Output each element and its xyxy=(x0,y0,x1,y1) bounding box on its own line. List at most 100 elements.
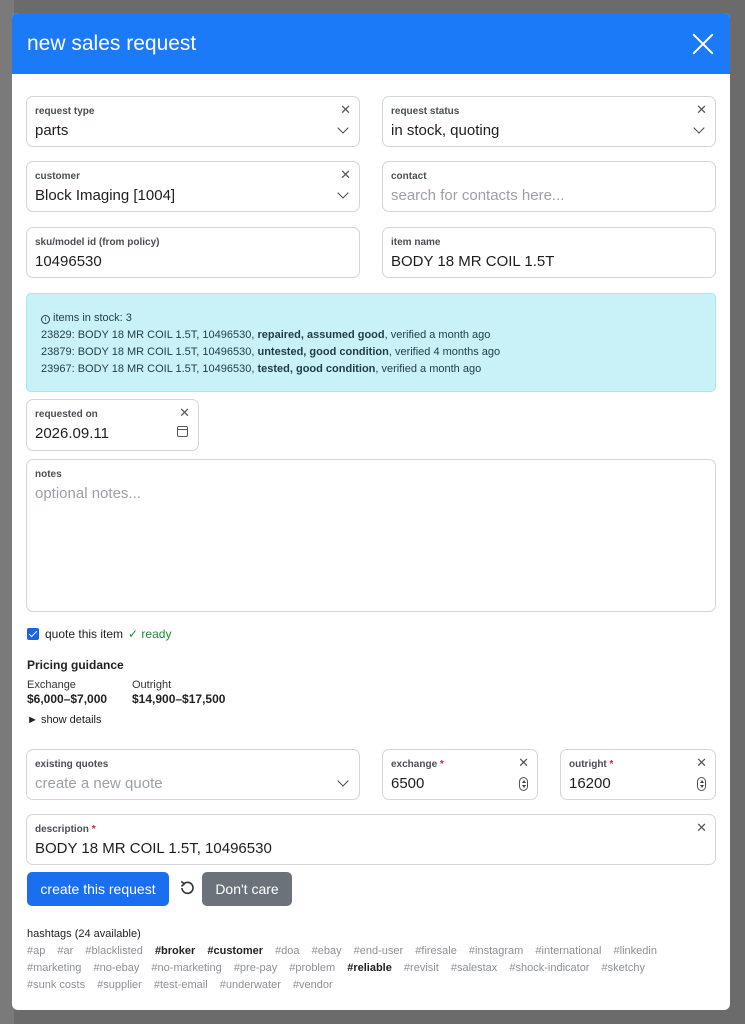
hashtag[interactable]: #ap xyxy=(27,945,45,957)
existing-quotes-placeholder: create a new quote xyxy=(35,775,163,792)
clear-icon[interactable]: ✕ xyxy=(518,756,529,769)
customer-value: Block Imaging [1004] xyxy=(35,187,176,204)
requested-on-value: 2026.09.11 xyxy=(35,425,109,442)
hashtag[interactable]: #no-ebay xyxy=(93,962,139,974)
description-value: BODY 18 MR COIL 1.5T, 10496530 xyxy=(35,840,272,857)
hashtag[interactable]: #shock-indicator xyxy=(509,962,589,974)
stock-info-alert: i items in stock: 3 23829: BODY 18 MR COI… xyxy=(26,293,716,392)
exchange-price-guidance: Exchange $6,000–$7,000 xyxy=(27,679,108,706)
clear-icon[interactable]: ✕ xyxy=(340,168,351,181)
hashtag[interactable]: #international xyxy=(535,945,601,957)
hashtag[interactable]: #linkedin xyxy=(614,945,657,957)
outright-value: 16200 xyxy=(569,775,611,792)
clear-icon[interactable]: ✕ xyxy=(696,756,707,769)
pricing-guidance-title: Pricing guidance xyxy=(27,658,124,672)
hashtag[interactable]: #sunk costs xyxy=(27,979,85,991)
hashtag[interactable]: #salestax xyxy=(451,962,497,974)
modal-body: request type parts ✕ request status in s… xyxy=(12,74,730,1010)
contact-search-input[interactable]: contact search for contacts here... xyxy=(382,161,716,212)
outright-price-guidance: Outright $14,900–$17,500 xyxy=(132,679,226,706)
item-name-label: item name xyxy=(391,237,441,248)
modal-title: new sales request xyxy=(27,31,197,55)
requested-on-date-input[interactable]: requested on 2026.09.11 ✕ xyxy=(26,399,199,451)
create-request-button[interactable]: create this request xyxy=(27,872,169,906)
hashtag[interactable]: #pre-pay xyxy=(234,962,277,974)
request-status-label: request status xyxy=(391,106,460,117)
sku-input[interactable]: sku/model id (from policy) 10496530 xyxy=(26,227,360,278)
info-icon: i xyxy=(41,315,50,324)
stock-item: 23967: BODY 18 MR COIL 1.5T, 10496530, t… xyxy=(41,363,482,375)
exchange-label: exchange * xyxy=(391,759,444,770)
clear-icon[interactable]: ✕ xyxy=(179,406,190,419)
hashtag[interactable]: #ebay xyxy=(312,945,342,957)
quote-this-item-checkbox[interactable] xyxy=(27,628,39,640)
item-name-value: BODY 18 MR COIL 1.5T xyxy=(391,253,555,270)
undo-icon[interactable] xyxy=(178,879,196,897)
chevron-down-icon[interactable] xyxy=(693,122,705,134)
sku-label: sku/model id (from policy) xyxy=(35,237,160,248)
description-label: description * xyxy=(35,824,96,835)
clear-icon[interactable]: ✕ xyxy=(696,821,707,834)
customer-select[interactable]: customer Block Imaging [1004] ✕ xyxy=(26,161,360,212)
sku-value: 10496530 xyxy=(35,253,102,270)
modal-header: new sales request xyxy=(12,13,730,74)
hashtag[interactable]: #ar xyxy=(57,945,73,957)
hashtag[interactable]: #firesale xyxy=(415,945,457,957)
request-type-value: parts xyxy=(35,122,69,139)
request-type-label: request type xyxy=(35,106,95,117)
hashtag[interactable]: #supplier xyxy=(97,979,142,991)
quote-this-item-label[interactable]: quote this item xyxy=(45,627,123,641)
stepper-icon[interactable] xyxy=(519,777,528,791)
exchange-value: 6500 xyxy=(391,775,425,792)
hashtag[interactable]: #vendor xyxy=(293,979,333,991)
request-status-value: in stock, quoting xyxy=(391,122,500,139)
contact-label: contact xyxy=(391,171,427,182)
outright-label: outright * xyxy=(569,759,614,770)
chevron-down-icon[interactable] xyxy=(337,122,349,134)
close-icon[interactable] xyxy=(690,31,716,57)
notes-textarea[interactable]: notes optional notes... xyxy=(26,459,716,612)
notes-label: notes xyxy=(35,469,62,480)
description-input[interactable]: description * BODY 18 MR COIL 1.5T, 1049… xyxy=(26,814,716,865)
hashtags-heading: hashtags (24 available) xyxy=(27,928,141,940)
calendar-icon[interactable] xyxy=(177,426,188,437)
hashtag[interactable]: #problem xyxy=(289,962,335,974)
contact-placeholder: search for contacts here... xyxy=(391,187,565,204)
customer-label: customer xyxy=(35,171,81,182)
stepper-icon[interactable] xyxy=(697,777,706,791)
chevron-down-icon[interactable] xyxy=(337,775,349,787)
stock-header: i items in stock: 3 xyxy=(41,310,701,327)
existing-quotes-select[interactable]: existing quotes create a new quote xyxy=(26,749,360,800)
requested-on-label: requested on xyxy=(35,409,98,420)
hashtag[interactable]: #broker xyxy=(155,945,195,957)
hashtag-list: #ap #ar #blacklisted #broker #customer #… xyxy=(27,943,717,994)
outright-price-input[interactable]: outright * 16200 ✕ xyxy=(560,749,716,800)
hashtag[interactable]: #end-user xyxy=(354,945,404,957)
exchange-price-input[interactable]: exchange * 6500 ✕ xyxy=(382,749,538,800)
existing-quotes-label: existing quotes xyxy=(35,759,109,770)
hashtag[interactable]: #test-email xyxy=(154,979,208,991)
new-sales-request-modal: new sales request request type parts ✕ r… xyxy=(12,13,730,1010)
show-details-toggle[interactable]: ► show details xyxy=(27,714,101,726)
hashtag[interactable]: #sketchy xyxy=(602,962,645,974)
hashtag[interactable]: #blacklisted xyxy=(85,945,142,957)
quote-this-item-row: quote this item ✓ ready xyxy=(27,627,171,641)
stock-item: 23829: BODY 18 MR COIL 1.5T, 10496530, r… xyxy=(41,329,491,341)
hashtag[interactable]: #no-marketing xyxy=(151,962,221,974)
hashtag[interactable]: #marketing xyxy=(27,962,81,974)
clear-icon[interactable]: ✕ xyxy=(340,103,351,116)
chevron-down-icon[interactable] xyxy=(337,187,349,199)
ready-status: ✓ ready xyxy=(128,627,172,641)
hashtag[interactable]: #doa xyxy=(275,945,299,957)
hashtag[interactable]: #customer xyxy=(207,945,263,957)
hashtag[interactable]: #reliable xyxy=(347,962,392,974)
clear-icon[interactable]: ✕ xyxy=(696,103,707,116)
item-name-input[interactable]: item name BODY 18 MR COIL 1.5T xyxy=(382,227,716,278)
stock-item: 23879: BODY 18 MR COIL 1.5T, 10496530, u… xyxy=(41,346,501,358)
hashtag[interactable]: #underwater xyxy=(220,979,281,991)
dont-care-button[interactable]: Don't care xyxy=(202,872,292,906)
request-status-select[interactable]: request status in stock, quoting ✕ xyxy=(382,96,716,147)
hashtag[interactable]: #revisit xyxy=(404,962,439,974)
request-type-select[interactable]: request type parts ✕ xyxy=(26,96,360,147)
hashtag[interactable]: #instagram xyxy=(469,945,523,957)
